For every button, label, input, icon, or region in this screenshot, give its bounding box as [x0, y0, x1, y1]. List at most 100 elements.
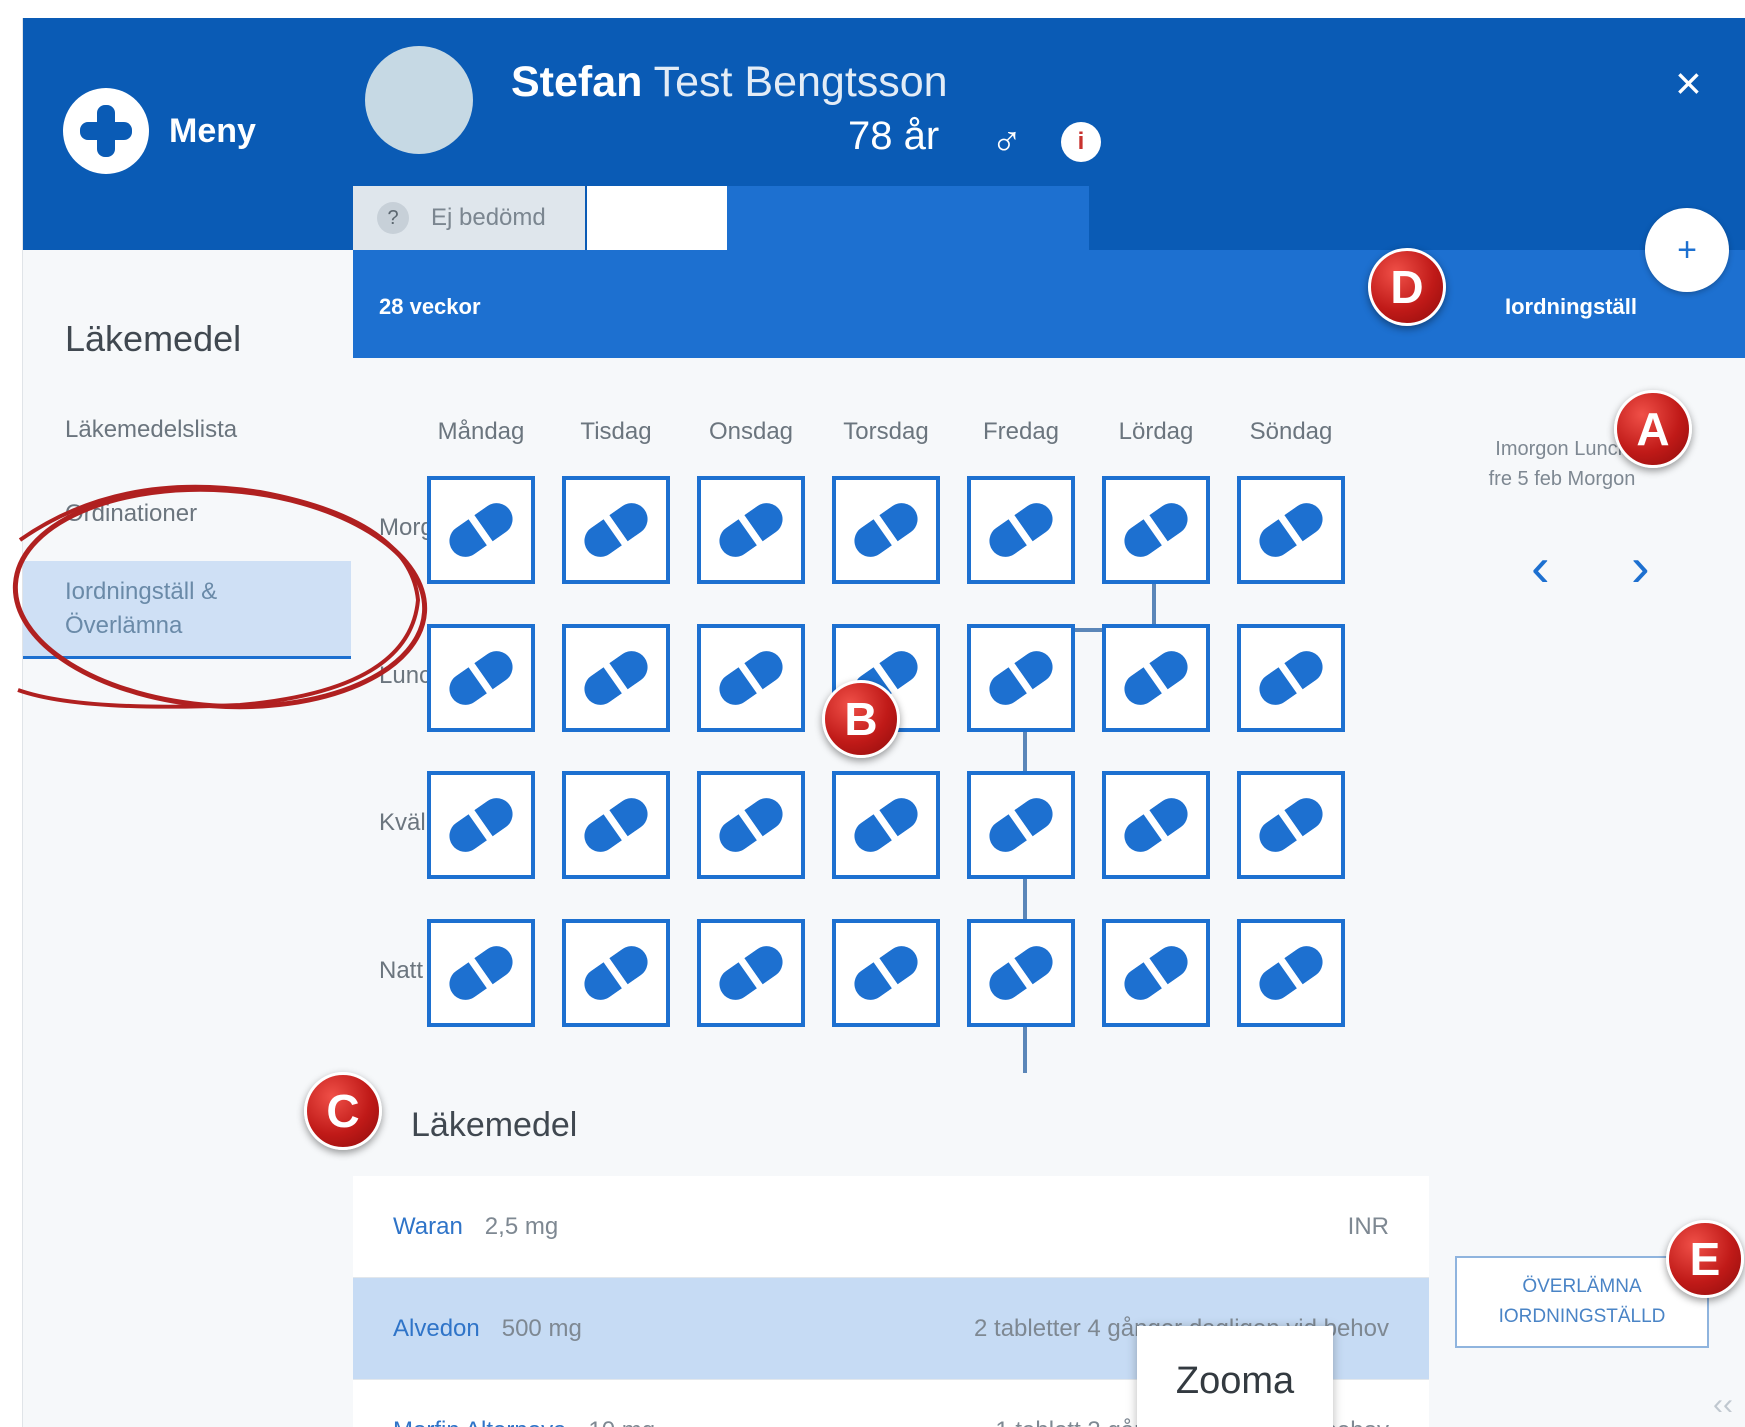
pill-icon: [848, 939, 924, 1007]
medical-cross-icon: [63, 88, 149, 174]
pill-icon: [713, 791, 789, 859]
pill-icon: [578, 496, 654, 564]
screenshot-frame: Meny Stefan Test Bengtsson 78 år ♂ i × ?…: [0, 0, 1745, 1427]
following-dose-line: fre 5 feb Morgon: [1488, 468, 1636, 490]
dose-cell[interactable]: [1237, 624, 1345, 732]
patient-name: Stefan Test Bengtsson: [511, 58, 948, 107]
pill-icon: [1253, 791, 1329, 859]
dose-cell[interactable]: [1102, 771, 1210, 879]
medication-instruction: INR: [1347, 1212, 1389, 1240]
day-header: Onsdag: [708, 418, 794, 445]
pill-icon: [983, 496, 1059, 564]
tab-strip: [727, 186, 1089, 250]
callout-marker-b: B: [822, 680, 900, 758]
pill-icon: [848, 496, 924, 564]
zoom-tooltip: Zooma: [1137, 1326, 1333, 1427]
medication-row[interactable]: Waran 2,5 mg INR: [353, 1176, 1429, 1278]
pill-icon: [578, 791, 654, 859]
pill-icon: [1253, 939, 1329, 1007]
dose-cell[interactable]: [967, 771, 1075, 879]
pill-icon: [443, 791, 519, 859]
callout-marker-e: E: [1666, 1220, 1744, 1298]
dose-cell[interactable]: [967, 624, 1075, 732]
dose-cell[interactable]: [1102, 476, 1210, 584]
medication-dose: 10 mg: [588, 1417, 655, 1427]
sidebar-item-prepare-handover[interactable]: Iordningställ & Överlämna: [23, 561, 351, 659]
dose-cell[interactable]: [562, 919, 670, 1027]
chevron-left-icon[interactable]: ‹: [1531, 534, 1550, 599]
prepare-label[interactable]: Iordningställ: [1505, 294, 1637, 320]
medication-dose: 500 mg: [501, 1314, 582, 1342]
assessment-status-label: Ej bedömd: [431, 204, 546, 231]
patient-avatar: [365, 46, 473, 154]
tab-blank[interactable]: [587, 186, 727, 250]
medication-name: Waran: [393, 1212, 463, 1240]
close-icon[interactable]: ×: [1675, 56, 1702, 110]
dose-cell[interactable]: [832, 771, 940, 879]
weeks-label: 28 veckor: [379, 294, 481, 319]
day-header: Tisdag: [580, 418, 652, 445]
pill-icon: [1118, 791, 1194, 859]
patient-age: 78 år: [848, 114, 940, 158]
dose-cell[interactable]: [967, 476, 1075, 584]
assessment-status-tab[interactable]: ? Ej bedömd: [353, 186, 585, 250]
dose-cell[interactable]: [427, 919, 535, 1027]
dose-cell[interactable]: [832, 476, 940, 584]
dose-cell[interactable]: [1237, 476, 1345, 584]
dose-cell[interactable]: [562, 624, 670, 732]
pill-icon: [983, 644, 1059, 712]
pill-icon: [713, 644, 789, 712]
day-header: Måndag: [437, 418, 525, 445]
patient-first-name: Stefan: [511, 58, 643, 106]
day-header: Torsdag: [843, 418, 929, 445]
sidebar-item-medication-list[interactable]: Läkemedelslista: [65, 416, 237, 444]
pill-icon: [848, 791, 924, 859]
pill-icon: [443, 644, 519, 712]
dose-cell[interactable]: [1102, 919, 1210, 1027]
pill-icon: [578, 644, 654, 712]
header-bar: Meny Stefan Test Bengtsson 78 år ♂ i × ?…: [23, 18, 1745, 250]
dose-cell[interactable]: [427, 624, 535, 732]
pill-icon: [443, 939, 519, 1007]
dose-cell[interactable]: [1102, 624, 1210, 732]
dose-cell[interactable]: [697, 919, 805, 1027]
pill-icon: [1118, 644, 1194, 712]
patient-last-name: Test Bengtsson: [642, 58, 948, 106]
medication-dose: 2,5 mg: [484, 1212, 559, 1240]
collapse-chevron-icon[interactable]: ‹‹: [1713, 1388, 1733, 1422]
pill-icon: [713, 496, 789, 564]
sidebar-item-prescriptions[interactable]: Ordinationer: [65, 500, 197, 528]
pill-icon: [578, 939, 654, 1007]
pill-icon: [1253, 496, 1329, 564]
pill-icon: [983, 939, 1059, 1007]
pill-icon: [1118, 939, 1194, 1007]
pill-icon: [713, 939, 789, 1007]
day-header: Fredag: [982, 418, 1060, 445]
dose-cell[interactable]: [427, 476, 535, 584]
dose-cell[interactable]: [1237, 771, 1345, 879]
pill-icon: [983, 791, 1059, 859]
period-band: 28 veckor Iordningställ: [353, 250, 1745, 358]
callout-marker-c: C: [304, 1072, 382, 1150]
chevron-right-icon[interactable]: ›: [1631, 534, 1650, 599]
sidebar-title: Läkemedel: [65, 318, 242, 359]
info-icon[interactable]: i: [1061, 122, 1101, 162]
dose-cell[interactable]: [427, 771, 535, 879]
pill-icon: [1253, 644, 1329, 712]
male-gender-icon: ♂: [991, 116, 1023, 163]
menu-button[interactable]: Meny: [63, 88, 256, 174]
dose-cell[interactable]: [697, 476, 805, 584]
dose-cell[interactable]: [967, 919, 1075, 1027]
dose-cell[interactable]: [697, 624, 805, 732]
medication-name: Alvedon: [393, 1314, 480, 1342]
add-button[interactable]: +: [1645, 208, 1729, 292]
handover-label-line: IORDNINGSTÄLLD: [1498, 1306, 1666, 1327]
dose-cell[interactable]: [697, 771, 805, 879]
dose-cell[interactable]: [832, 919, 940, 1027]
dose-cell[interactable]: [562, 771, 670, 879]
day-header: Söndag: [1249, 418, 1333, 445]
dose-cell[interactable]: [562, 476, 670, 584]
medications-title: Läkemedel: [411, 1106, 578, 1144]
pill-icon: [443, 496, 519, 564]
dose-cell[interactable]: [1237, 919, 1345, 1027]
